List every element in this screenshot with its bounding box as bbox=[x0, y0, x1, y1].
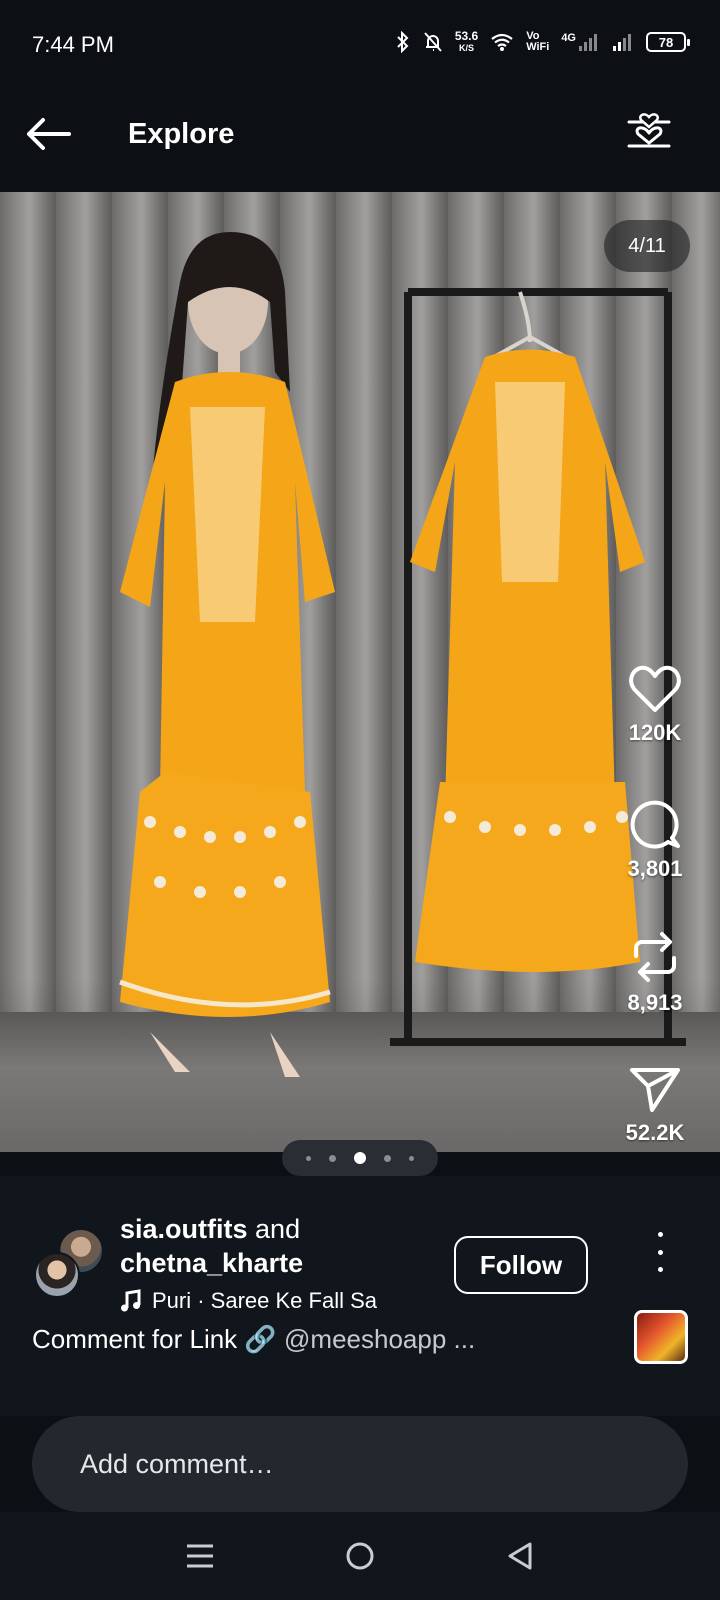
status-bar: 7:44 PM 53.6 K/S Vo WiFi 4G 78 bbox=[0, 0, 720, 80]
audio-title: Puri · Saree Ke Fall Sa bbox=[152, 1288, 377, 1313]
comment-bar bbox=[32, 1416, 688, 1512]
caption-main: Comment for Link 🔗 bbox=[32, 1324, 277, 1354]
signal-bars-icon bbox=[579, 34, 597, 51]
volte-bottom: WiFi bbox=[526, 41, 550, 53]
heart-icon bbox=[629, 665, 681, 712]
comment-count: 3,801 bbox=[627, 856, 683, 881]
wifi-icon bbox=[491, 33, 513, 51]
follow-button[interactable]: Follow bbox=[454, 1236, 588, 1294]
author-primary[interactable]: sia.outfits bbox=[120, 1214, 248, 1244]
music-note-icon bbox=[121, 1289, 141, 1312]
send-icon bbox=[630, 1068, 680, 1112]
share-count: 52.2K bbox=[625, 1120, 685, 1145]
carousel-dot bbox=[329, 1154, 336, 1162]
repost-action[interactable]: 8,913 bbox=[610, 930, 700, 1016]
status-icons: 53.6 K/S Vo WiFi 4G 78 bbox=[395, 30, 690, 54]
comment-input[interactable] bbox=[80, 1416, 640, 1512]
bluetooth-icon bbox=[397, 31, 409, 53]
system-nav-bar bbox=[0, 1512, 720, 1600]
signal-4g: 4G bbox=[561, 32, 600, 52]
volte-wifi-indicator: Vo WiFi bbox=[526, 31, 549, 53]
back-button[interactable] bbox=[24, 110, 72, 158]
interest-filter-button[interactable] bbox=[624, 110, 674, 160]
like-count: 120K bbox=[628, 720, 682, 745]
network-type: 4G bbox=[561, 32, 576, 44]
more-dot bbox=[657, 1267, 663, 1272]
comment-bubble-icon bbox=[630, 800, 680, 849]
status-time: 7:44 PM bbox=[32, 32, 114, 57]
share-action[interactable]: 52.2K bbox=[610, 1064, 700, 1146]
more-dot bbox=[657, 1232, 663, 1237]
post-authors[interactable]: sia.outfits and chetna_kharte bbox=[120, 1212, 303, 1280]
mannequin-outfit-image bbox=[119, 232, 335, 1077]
carousel-indicator bbox=[282, 1140, 438, 1176]
avatar bbox=[34, 1252, 80, 1298]
net-speed-value: 53.6 bbox=[454, 29, 479, 43]
more-options-button[interactable] bbox=[650, 1232, 670, 1272]
repost-count: 8,913 bbox=[627, 990, 683, 1015]
mute-bell-icon bbox=[424, 32, 442, 52]
media-counter: 4/11 bbox=[604, 220, 690, 272]
arrow-left-icon bbox=[27, 118, 71, 150]
audio-track[interactable]: Puri · Saree Ke Fall Sa bbox=[120, 1288, 390, 1314]
post-info: sia.outfits and chetna_kharte Puri · Sar… bbox=[0, 1176, 720, 1416]
author-connector: and bbox=[255, 1214, 301, 1244]
net-speed-unit: K/S bbox=[459, 43, 475, 53]
audio-thumbnail[interactable] bbox=[634, 1310, 688, 1364]
menu-lines-icon bbox=[187, 1544, 213, 1568]
carousel-dot bbox=[384, 1154, 391, 1162]
battery-indicator: 78 bbox=[646, 32, 690, 52]
author-avatars[interactable] bbox=[34, 1228, 104, 1298]
circle-home-icon bbox=[346, 1542, 374, 1570]
repost-icon bbox=[634, 932, 676, 982]
carousel-dot bbox=[306, 1155, 311, 1161]
more-dot bbox=[657, 1249, 663, 1255]
comment-action[interactable]: 3,801 bbox=[610, 796, 700, 882]
heart-sliders-icon bbox=[627, 113, 671, 148]
triangle-back-icon bbox=[508, 1542, 532, 1570]
carousel-dot-active bbox=[354, 1152, 366, 1164]
recents-button[interactable] bbox=[176, 1532, 224, 1580]
author-secondary[interactable]: chetna_kharte bbox=[120, 1248, 303, 1278]
carousel-dot bbox=[409, 1155, 414, 1161]
like-action[interactable]: 120K bbox=[610, 664, 700, 746]
post-caption[interactable]: Comment for Link 🔗 @meeshoapp ... bbox=[32, 1324, 475, 1355]
system-back-button[interactable] bbox=[496, 1532, 544, 1580]
page-title: Explore bbox=[128, 118, 235, 150]
explore-header: Explore bbox=[0, 80, 720, 192]
home-button[interactable] bbox=[336, 1532, 384, 1580]
caption-tail: @meeshoapp ... bbox=[284, 1324, 476, 1354]
signal-bars-icon-2 bbox=[613, 34, 631, 51]
network-speed: 53.6 K/S bbox=[455, 30, 478, 54]
